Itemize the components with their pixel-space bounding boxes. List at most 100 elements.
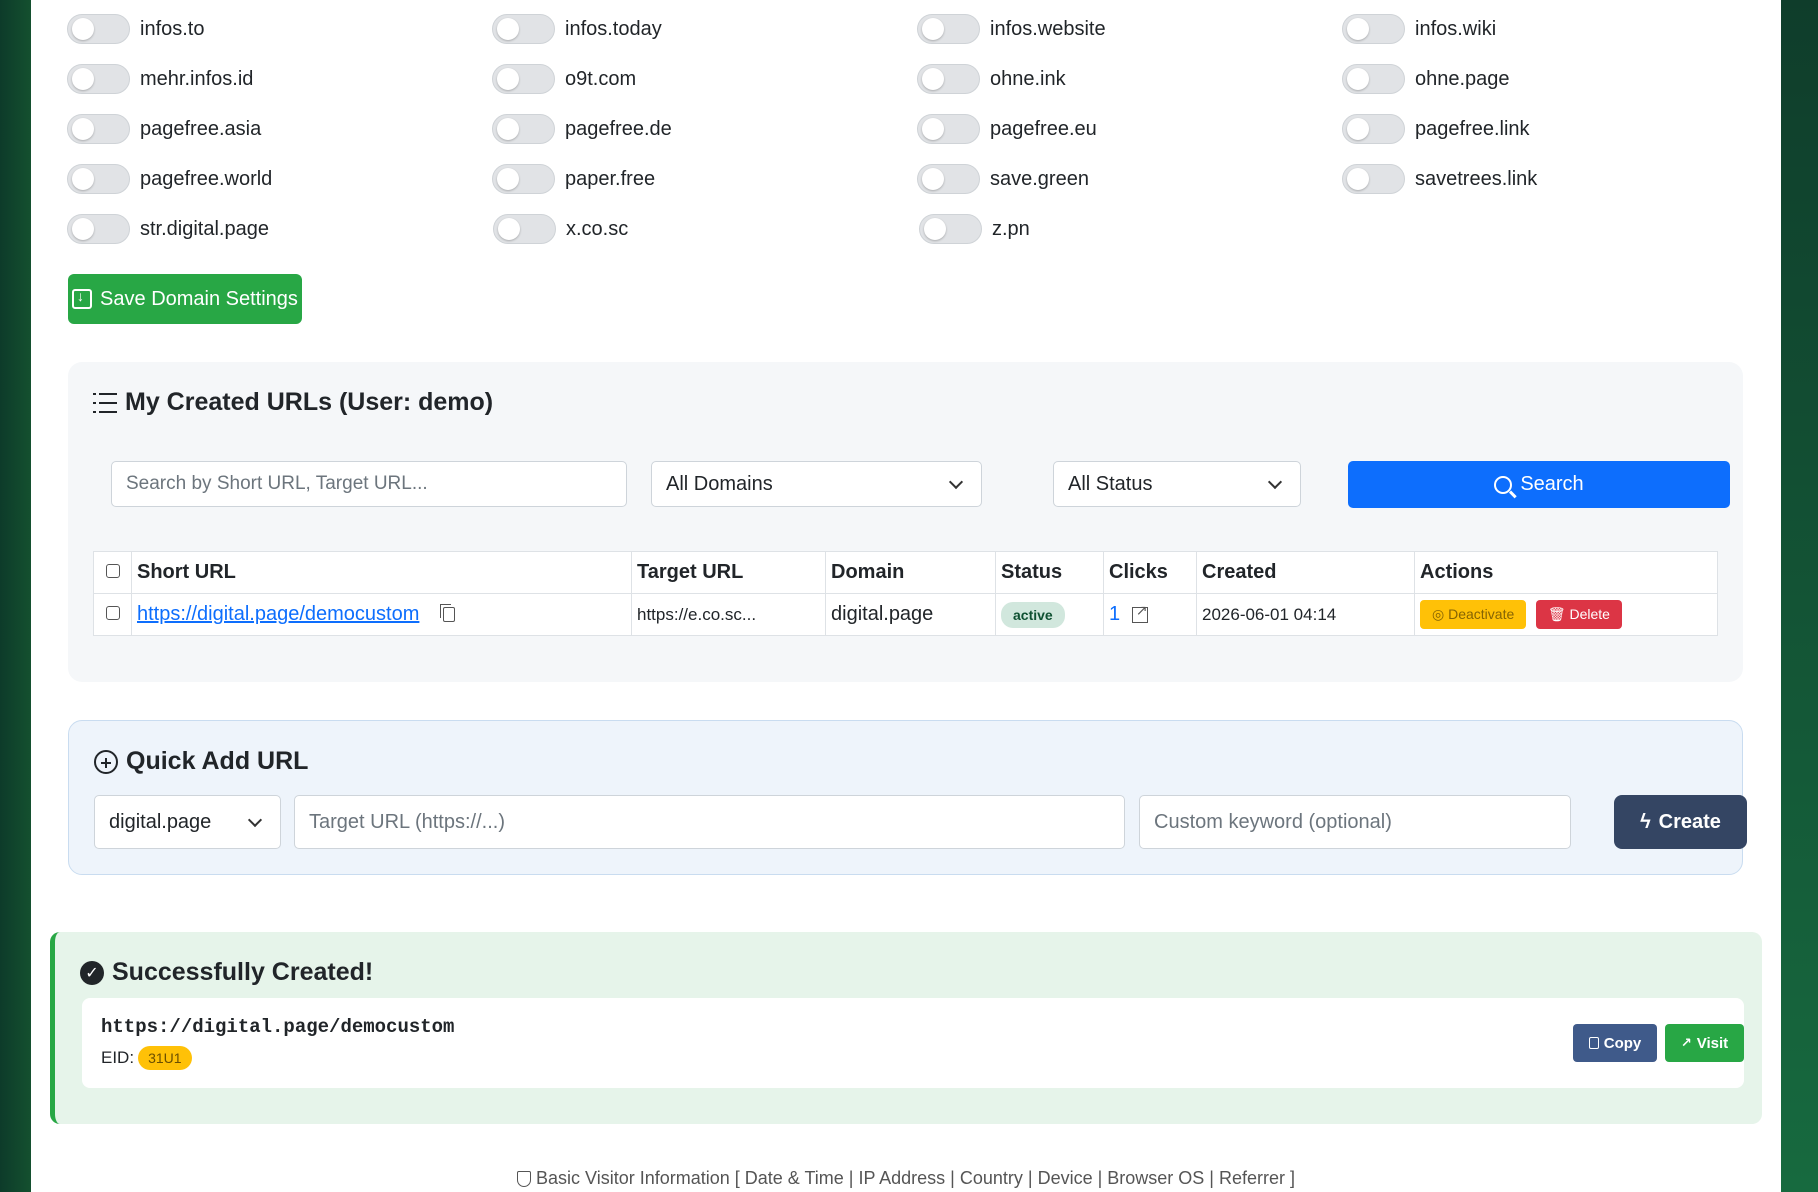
- domain-item[interactable]: infos.wiki: [1342, 14, 1767, 44]
- domain-toggle[interactable]: [917, 14, 980, 44]
- domain-toggle[interactable]: [492, 114, 555, 144]
- domain-toggle[interactable]: [1342, 164, 1405, 194]
- domain-label: infos.to: [140, 17, 205, 40]
- domain-toggle[interactable]: [1342, 14, 1405, 44]
- quick-add-card: Quick Add URL digital.page ϟ Create: [68, 720, 1747, 875]
- visit-button[interactable]: ↗ Visit: [1665, 1024, 1744, 1062]
- domain-label: pagefree.link: [1415, 117, 1530, 140]
- status-cell: active: [995, 593, 1104, 636]
- table-header-row: Short URL Target URL Domain Status Click…: [93, 551, 1718, 594]
- domain-label: ohne.ink: [990, 67, 1066, 90]
- domain-toggle[interactable]: [492, 14, 555, 44]
- domain-label: infos.wiki: [1415, 17, 1497, 40]
- domain-toggle[interactable]: [917, 64, 980, 94]
- domain-item[interactable]: pagefree.world: [67, 164, 492, 194]
- card-title-text: My Created URLs (User: demo): [125, 388, 494, 416]
- external-link-icon[interactable]: [1131, 602, 1148, 623]
- col-status: Status: [995, 551, 1104, 594]
- domain-label: mehr.infos.id: [140, 67, 254, 90]
- status-badge: active: [1001, 602, 1065, 628]
- eid-row: EID: 31U1: [101, 1046, 192, 1070]
- domain-toggle[interactable]: [67, 214, 130, 244]
- domain-toggle[interactable]: [1342, 64, 1405, 94]
- create-button[interactable]: ϟ Create: [1614, 795, 1747, 849]
- status-filter-select[interactable]: All Status: [1053, 461, 1301, 507]
- domain-toggle[interactable]: [492, 64, 555, 94]
- custom-keyword-input[interactable]: [1139, 795, 1571, 849]
- create-label: Create: [1658, 810, 1721, 833]
- domain-item[interactable]: mehr.infos.id: [67, 64, 492, 94]
- row-checkbox[interactable]: [105, 606, 120, 620]
- clicks-count[interactable]: 1: [1109, 603, 1120, 625]
- select-all-checkbox[interactable]: [105, 564, 120, 578]
- deactivate-button[interactable]: ◎ Deactivate: [1420, 600, 1527, 629]
- footer-text: Basic Visitor Information [ Date & Time …: [536, 1168, 1295, 1188]
- footer-visitor-info: Basic Visitor Information [ Date & Time …: [31, 1168, 1781, 1189]
- col-created: Created: [1196, 551, 1415, 594]
- search-input[interactable]: [111, 461, 627, 507]
- domain-toggle[interactable]: [67, 14, 130, 44]
- domain-row: pagefree.world paper.free save.green sav…: [67, 154, 1767, 204]
- clipboard-icon: [1588, 1037, 1599, 1049]
- domain-item[interactable]: pagefree.asia: [67, 114, 492, 144]
- quick-domain-value: digital.page: [109, 810, 212, 833]
- domain-toggle[interactable]: [917, 114, 980, 144]
- domain-item[interactable]: savetrees.link: [1342, 164, 1767, 194]
- domain-item[interactable]: paper.free: [492, 164, 917, 194]
- quick-domain-select[interactable]: digital.page: [94, 795, 281, 849]
- search-button[interactable]: Search: [1348, 461, 1730, 508]
- eid-badge: 31U1: [138, 1046, 192, 1070]
- delete-button[interactable]: 🗑 Delete: [1535, 600, 1622, 629]
- col-target-url: Target URL: [631, 551, 826, 594]
- domain-item[interactable]: ohne.page: [1342, 64, 1767, 94]
- domain-item[interactable]: infos.today: [492, 14, 917, 44]
- domain-item[interactable]: ohne.ink: [917, 64, 1342, 94]
- list-icon: [93, 392, 117, 413]
- save-domain-settings-button[interactable]: Save Domain Settings: [68, 274, 302, 324]
- col-short-url: Short URL: [131, 551, 632, 594]
- domain-toggle[interactable]: [492, 164, 555, 194]
- domain-toggle[interactable]: [1342, 114, 1405, 144]
- col-clicks: Clicks: [1103, 551, 1197, 594]
- domain-item[interactable]: z.pn: [919, 214, 1345, 244]
- domain-item[interactable]: x.co.sc: [493, 214, 919, 244]
- domain-item[interactable]: pagefree.eu: [917, 114, 1342, 144]
- clicks-cell: 1: [1103, 593, 1197, 636]
- domain-item[interactable]: o9t.com: [492, 64, 917, 94]
- domain-row: infos.to infos.today infos.website infos…: [67, 4, 1767, 54]
- created-cell: 2026-06-01 04:14: [1196, 593, 1415, 636]
- plus-circle-icon: [94, 749, 118, 774]
- domain-label: pagefree.eu: [990, 117, 1097, 140]
- status-filter-value: All Status: [1068, 472, 1153, 495]
- domain-toggle[interactable]: [919, 214, 982, 244]
- domain-label: savetrees.link: [1415, 167, 1538, 190]
- quick-add-title-text: Quick Add URL: [126, 747, 309, 775]
- domain-toggle[interactable]: [67, 114, 130, 144]
- domain-label: str.digital.page: [140, 217, 269, 240]
- copy-label: Copy: [1603, 1034, 1642, 1052]
- domain-label: x.co.sc: [566, 217, 629, 240]
- domain-toggle[interactable]: [493, 214, 556, 244]
- domain-toggle[interactable]: [67, 64, 130, 94]
- download-icon: [72, 288, 93, 309]
- domain-toggle[interactable]: [917, 164, 980, 194]
- domain-toggle[interactable]: [67, 164, 130, 194]
- domain-label: paper.free: [565, 167, 656, 190]
- short-url-link[interactable]: https://digital.page/democustom: [137, 603, 419, 625]
- domain-item[interactable]: pagefree.link: [1342, 114, 1767, 144]
- external-link-icon: ↗: [1680, 1035, 1692, 1050]
- domain-item[interactable]: infos.website: [917, 14, 1342, 44]
- copy-button[interactable]: Copy: [1573, 1024, 1657, 1062]
- domain-item[interactable]: save.green: [917, 164, 1342, 194]
- domain-filter-value: All Domains: [666, 472, 773, 495]
- domain-item[interactable]: str.digital.page: [67, 214, 493, 244]
- domain-label: pagefree.asia: [140, 117, 262, 140]
- created-url: https://digital.page/democustom: [101, 1016, 455, 1038]
- urls-table: Short URL Target URL Domain Status Click…: [93, 551, 1718, 636]
- copy-icon[interactable]: [439, 604, 455, 623]
- card-title: My Created URLs (User: demo): [93, 388, 493, 417]
- target-url-input[interactable]: [294, 795, 1125, 849]
- domain-filter-select[interactable]: All Domains: [651, 461, 982, 507]
- domain-item[interactable]: infos.to: [67, 14, 492, 44]
- domain-item[interactable]: pagefree.de: [492, 114, 917, 144]
